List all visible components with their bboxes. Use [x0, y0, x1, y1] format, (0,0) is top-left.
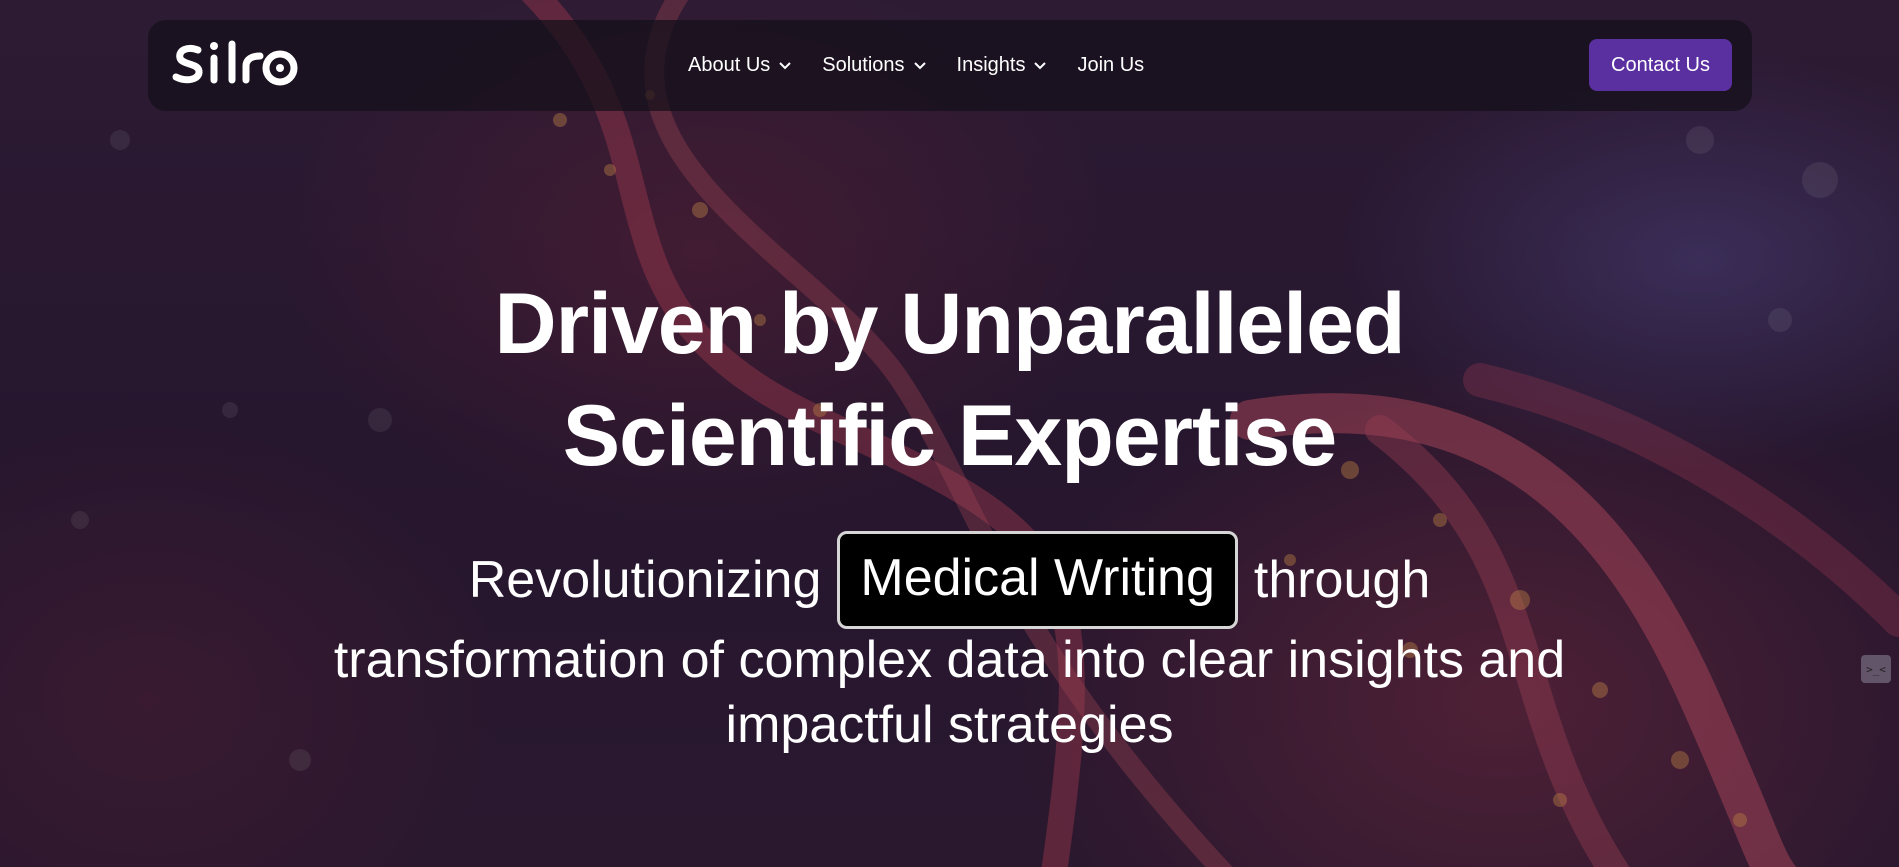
assistant-face-icon[interactable]: >_< [1861, 655, 1891, 683]
chevron-down-icon [779, 61, 791, 69]
contact-us-button[interactable]: Contact Us [1589, 39, 1732, 91]
main-menu: About Us Solutions Insights Join Us [688, 20, 1144, 111]
nav-item-label: Insights [956, 54, 1026, 76]
subheadline-suffix: through [1253, 551, 1431, 609]
chevron-down-icon [1034, 61, 1047, 69]
siro-logo[interactable] [170, 38, 300, 90]
nav-item-insights[interactable]: Insights [957, 54, 1048, 77]
nav-item-label: Join Us [1077, 54, 1145, 76]
nav-item-about-us[interactable]: About Us [688, 54, 792, 77]
headline-line-2: Scientific Expertise [562, 388, 1337, 484]
nav-item-join-us[interactable]: Join Us [1077, 54, 1144, 77]
subheadline-line-2: transformation of complex data into clea… [333, 631, 1566, 689]
siro-logo-mark [172, 40, 298, 86]
subheadline-line-1: Revolutionizing Medical Writing through [0, 530, 1899, 630]
nav-item-label: Solutions [822, 54, 905, 76]
nav-item-solutions[interactable]: Solutions [822, 54, 926, 77]
headline-line-1: Driven by Unparalleled [494, 276, 1406, 372]
hero-subheadline: Revolutionizing Medical Writing through … [0, 530, 1899, 760]
hero-headline: Driven by Unparalleled Scientific Expert… [0, 268, 1899, 492]
nav-item-label: About Us [688, 54, 771, 76]
rotating-highlight-badge: Medical Writing [837, 531, 1238, 629]
top-navbar: About Us Solutions Insights Join Us Cont… [148, 20, 1752, 111]
subheadline-line-3: impactful strategies [725, 696, 1174, 754]
chevron-down-icon [913, 61, 926, 69]
subheadline-prefix: Revolutionizing [468, 551, 822, 609]
